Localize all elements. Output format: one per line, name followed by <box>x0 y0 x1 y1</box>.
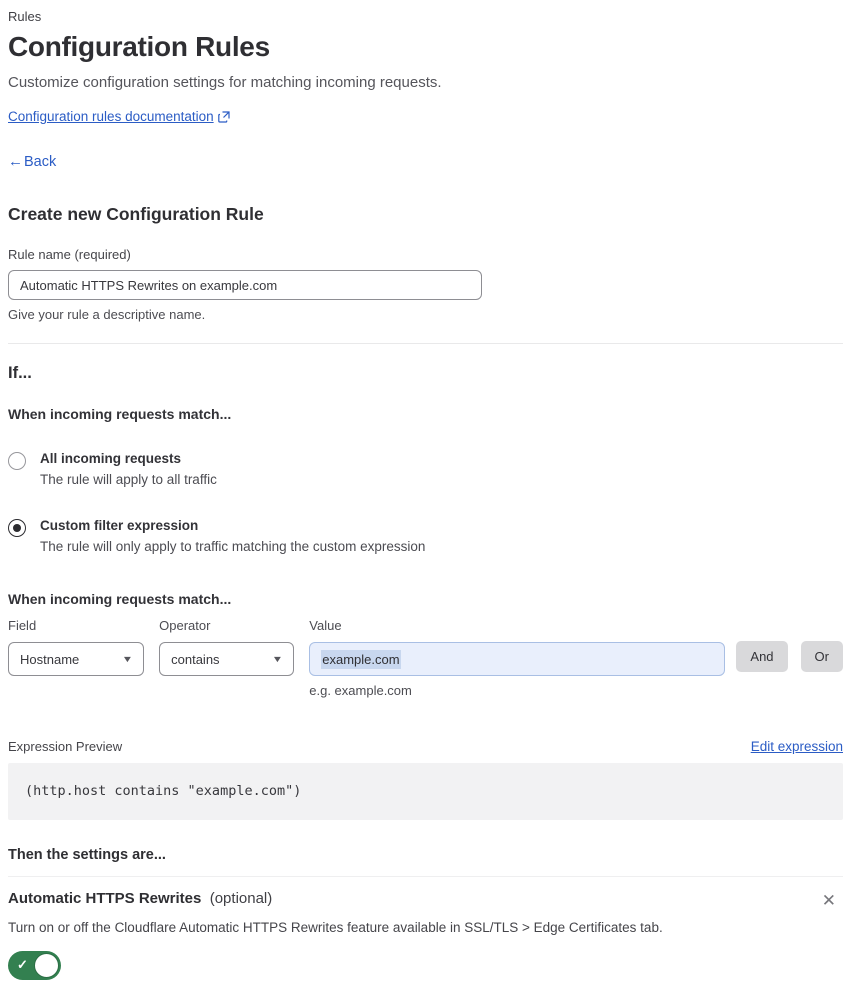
field-label: Field <box>8 618 37 633</box>
radio-custom-filter-description: The rule will only apply to traffic matc… <box>40 539 426 554</box>
field-select[interactable]: Hostname ▼ <box>8 642 145 676</box>
chevron-down-icon: ▼ <box>272 654 284 664</box>
toggle-knob <box>34 953 59 978</box>
then-heading: Then the settings are... <box>8 847 166 863</box>
operator-select-value: contains <box>171 651 220 667</box>
operator-select[interactable]: contains ▼ <box>159 642 295 676</box>
section-divider <box>8 343 843 344</box>
documentation-link-label: Configuration rules documentation <box>8 109 214 124</box>
configuration-rules-page: Rules Configuration Rules Customize conf… <box>0 0 852 985</box>
rule-name-label: Rule name (required) <box>8 247 131 262</box>
back-link-label: Back <box>24 153 57 170</box>
radio-custom-filter-label[interactable]: Custom filter expression <box>40 518 425 533</box>
operator-label: Operator <box>159 618 211 633</box>
page-subtitle: Customize configuration settings for mat… <box>8 74 442 91</box>
expression-preview-label: Expression Preview <box>8 739 123 754</box>
value-input-text: example.com <box>321 649 401 669</box>
value-label: Value <box>309 618 342 633</box>
radio-custom-filter[interactable] <box>8 519 26 537</box>
documentation-link[interactable]: Configuration rules documentation <box>8 109 230 124</box>
setting-title: Automatic HTTPS Rewrites (optional) <box>8 890 272 907</box>
close-icon[interactable]: ✕ <box>818 890 840 911</box>
back-link[interactable]: ← Back <box>8 153 56 170</box>
expression-preview-code: (http.host contains "example.com") <box>8 763 843 820</box>
setting-description: Turn on or off the Cloudflare Automatic … <box>8 920 663 935</box>
breadcrumb: Rules <box>8 9 42 24</box>
or-button[interactable]: Or <box>800 641 843 672</box>
radio-all-requests[interactable] <box>8 452 26 470</box>
page-title: Configuration Rules <box>8 31 270 62</box>
create-rule-heading: Create new Configuration Rule <box>8 204 264 224</box>
and-button[interactable]: And <box>736 641 788 672</box>
chevron-down-icon: ▼ <box>121 654 134 664</box>
radio-option-custom-filter[interactable]: Custom filter expression The rule will o… <box>8 518 843 554</box>
back-arrow-icon: ← <box>8 153 23 170</box>
automatic-https-rewrites-toggle[interactable]: ✓ <box>8 951 61 980</box>
check-icon: ✓ <box>17 957 28 972</box>
radio-option-all-requests[interactable]: All incoming requests The rule will appl… <box>8 451 843 487</box>
incoming-match-heading: When incoming requests match... <box>8 406 232 422</box>
rule-name-input[interactable] <box>8 270 482 300</box>
value-help: e.g. example.com <box>309 683 412 698</box>
setting-title-text: Automatic HTTPS Rewrites <box>8 890 202 907</box>
field-select-value: Hostname <box>20 651 80 667</box>
setting-optional-text: (optional) <box>209 890 273 907</box>
builder-heading: When incoming requests match... <box>8 591 232 607</box>
value-input[interactable]: example.com <box>309 642 726 676</box>
rule-name-help: Give your rule a descriptive name. <box>8 307 206 322</box>
external-link-icon <box>217 110 230 123</box>
radio-all-requests-description: The rule will apply to all traffic <box>40 472 217 487</box>
if-heading: If... <box>8 364 32 382</box>
radio-all-requests-label[interactable]: All incoming requests <box>40 451 217 466</box>
edit-expression-link[interactable]: Edit expression <box>751 739 843 754</box>
setting-divider <box>8 876 843 877</box>
